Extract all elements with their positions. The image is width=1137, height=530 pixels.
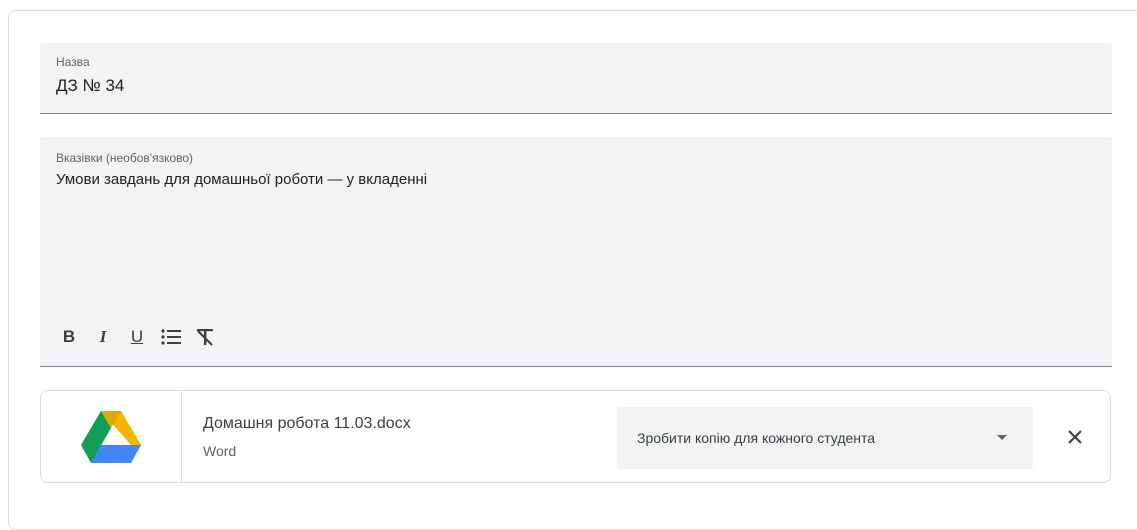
title-field-value[interactable]: ДЗ № 34 [56,76,124,96]
attachment-file-name[interactable]: Домашня робота 11.03.docx [203,415,411,433]
formatting-toolbar: B I U [52,325,222,349]
share-option-select[interactable]: Зробити копію для кожного студента [617,407,1033,469]
title-field[interactable]: Назва ДЗ № 34 [40,43,1112,114]
underline-button[interactable]: U [120,325,154,349]
instructions-field[interactable]: Вказівки (необов'язково) Умови завдань д… [40,137,1112,367]
clear-formatting-icon [197,329,213,346]
italic-button[interactable]: I [86,325,120,349]
close-icon [1068,430,1082,444]
google-drive-icon [81,410,141,463]
bold-button[interactable]: B [52,325,86,349]
share-option-value: Зробити копію для кожного студента [637,430,876,446]
bulleted-list-button[interactable] [154,325,188,349]
attachment-file-type: Word [203,443,237,459]
remove-attachment-button[interactable] [1059,421,1091,453]
chevron-down-icon [997,435,1007,440]
bulleted-list-icon [161,329,181,345]
instructions-field-label: Вказівки (необов'язково) [56,151,194,165]
attachment-thumbnail[interactable] [41,391,182,482]
instructions-field-value[interactable]: Умови завдань для домашньої роботи — у в… [56,171,427,188]
attachment-card[interactable]: Домашня робота 11.03.docx Word Зробити к… [40,390,1111,483]
clear-formatting-button[interactable] [188,325,222,349]
title-field-label: Назва [56,55,90,69]
